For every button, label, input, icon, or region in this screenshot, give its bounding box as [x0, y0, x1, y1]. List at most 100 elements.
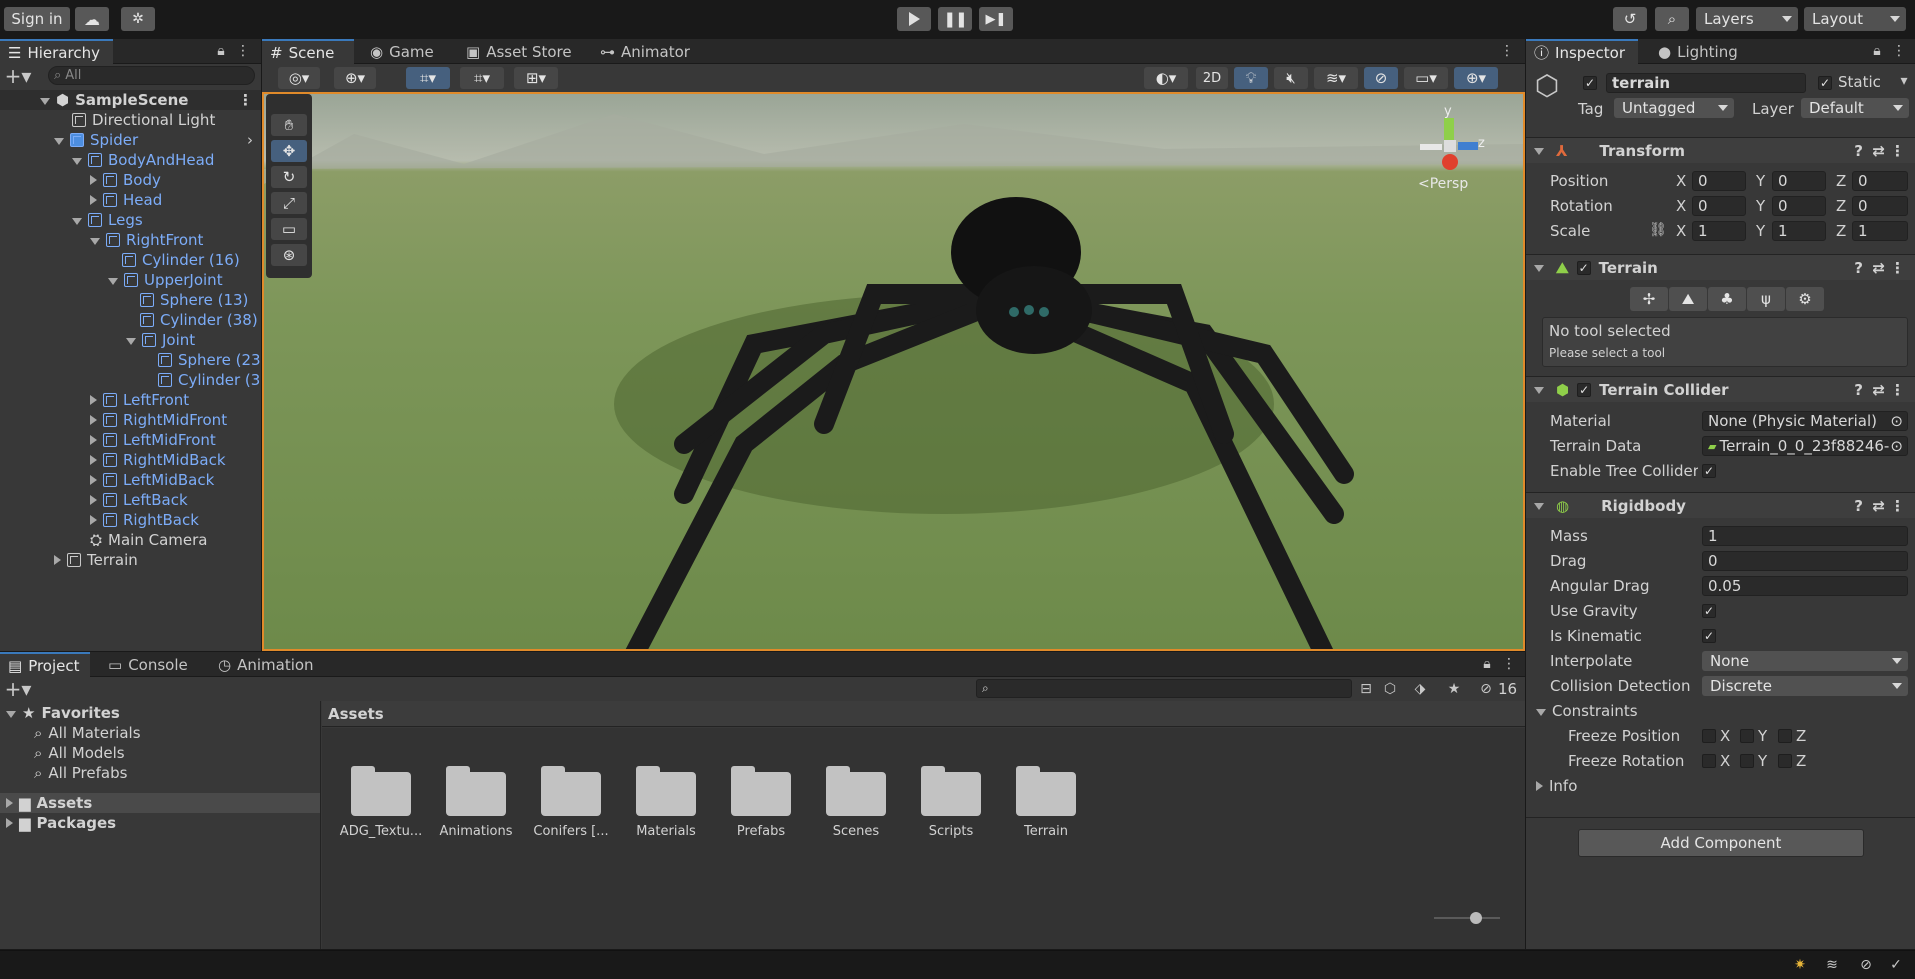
scale-tool-button[interactable]: ⤢ [271, 192, 307, 214]
rigidbody-header[interactable]: ◍ Rigidbody ? ⇄ ⋮ [1526, 492, 1915, 518]
tree-item[interactable]: Cylinder (16) [0, 250, 261, 270]
tab-console[interactable]: ▭ Console [100, 652, 196, 677]
folder-item[interactable] [351, 766, 411, 816]
tag-dropdown[interactable]: Untagged [1614, 98, 1734, 118]
rotation-y-field[interactable]: 0 [1772, 196, 1826, 216]
lock-icon[interactable]: 🔒︎ [1870, 43, 1884, 59]
freeze-pos-x-checkbox[interactable] [1702, 729, 1716, 743]
folder-item[interactable] [826, 766, 886, 816]
terrain-data-field[interactable]: ▰ Terrain_0_0_23f88246- ⊙ [1702, 436, 1908, 456]
assets-row[interactable]: ▆ Assets [0, 793, 320, 813]
chevron-down-icon[interactable]: ▾ [1898, 73, 1910, 89]
constrain-proportions-icon[interactable]: ⛓︎ [1649, 222, 1667, 238]
layers-status-icon[interactable]: ≋ [1822, 955, 1842, 975]
search-by-label-icon[interactable]: ⬡ [1380, 679, 1400, 699]
tree-item[interactable]: RightFront [0, 230, 261, 250]
terrain-collider-header[interactable]: ⬢ ✓ Terrain Collider ? ⇄ ⋮ [1526, 376, 1915, 402]
collider-enabled-checkbox[interactable]: ✓ [1577, 382, 1592, 397]
terrain-paint-tool-button[interactable]: ⛰︎ [1669, 287, 1707, 311]
position-x-field[interactable]: 0 [1692, 171, 1746, 191]
tree-item[interactable]: Terrain [0, 550, 261, 570]
tree-item[interactable]: ⛭ Main Camera [0, 530, 261, 550]
tree-item[interactable]: LeftBack [0, 490, 261, 510]
freeze-pos-z-checkbox[interactable] [1778, 729, 1792, 743]
folder-item[interactable] [446, 766, 506, 816]
rotation-z-field[interactable]: 0 [1852, 196, 1908, 216]
mode-2d-button[interactable]: 2D [1196, 67, 1228, 89]
scene-row[interactable]: ⬢ SampleScene ⋮ [0, 90, 261, 110]
interpolate-dropdown[interactable]: None [1702, 651, 1908, 671]
debug-icon[interactable]: ⊘ [1856, 955, 1876, 975]
expand-arrow-icon[interactable] [6, 798, 13, 808]
favorite-item[interactable]: ⌕ All Models [0, 743, 320, 763]
tree-item[interactable]: BodyAndHead [0, 150, 261, 170]
hidden-objects-button[interactable]: ⊘ [1364, 67, 1398, 89]
folder-item[interactable] [541, 766, 601, 816]
mass-field[interactable]: 1 [1702, 526, 1908, 546]
add-component-button[interactable]: Add Component [1578, 829, 1864, 857]
help-icon[interactable]: ? [1854, 497, 1863, 515]
tree-item[interactable]: Cylinder (3 [0, 370, 261, 390]
lock-icon[interactable]: 🔒︎ [214, 43, 228, 59]
tree-item[interactable]: RightBack [0, 510, 261, 530]
expand-arrow-icon[interactable] [90, 237, 100, 245]
preset-icon[interactable]: ⇄ [1872, 142, 1885, 160]
active-checkbox[interactable]: ✓ [1583, 76, 1597, 90]
expand-arrow-icon[interactable] [54, 137, 64, 145]
collapse-arrow-icon[interactable] [1536, 708, 1546, 716]
terrain-detail-tool-button[interactable]: ψ [1747, 287, 1785, 311]
terrain-neighbor-tool-button[interactable]: ✢ [1630, 287, 1668, 311]
expand-arrow-icon[interactable] [90, 195, 97, 205]
lighting-toggle-button[interactable]: 💡︎ [1234, 67, 1268, 89]
tree-item[interactable]: Cylinder (38) [0, 310, 261, 330]
project-search-input[interactable]: ⌕ [976, 679, 1352, 698]
tree-item[interactable]: Directional Light [0, 110, 261, 130]
tab-lighting[interactable]: ● Lighting [1650, 39, 1746, 64]
camera-settings-button[interactable]: ▭▾ [1404, 67, 1448, 89]
expand-arrow-icon[interactable] [90, 395, 97, 405]
material-field[interactable]: None (Physic Material) ⊙ [1702, 411, 1908, 431]
zoom-slider[interactable] [1434, 912, 1500, 924]
transform-header[interactable]: ⅄ Transform ? ⇄ ⋮ [1526, 137, 1915, 163]
tree-item[interactable]: RightMidBack [0, 450, 261, 470]
expand-arrow-icon[interactable] [6, 818, 13, 828]
snap-button[interactable]: ⌗▾ [460, 67, 504, 89]
object-picker-icon[interactable]: ⊙ [1890, 412, 1903, 430]
tab-project[interactable]: ▤ Project [0, 652, 90, 677]
move-tool-button[interactable]: ✥ [271, 140, 307, 162]
more-icon[interactable]: ⋮ [1502, 656, 1516, 672]
folder-item[interactable] [1016, 766, 1076, 816]
layout-dropdown[interactable]: Layout [1804, 7, 1906, 31]
search-by-type-icon[interactable]: ⊟ [1356, 679, 1376, 699]
tab-game[interactable]: ◉ Game [362, 39, 442, 64]
tree-item[interactable]: LeftMidFront [0, 430, 261, 450]
position-y-field[interactable]: 0 [1772, 171, 1826, 191]
add-icon[interactable]: +▾ [4, 677, 32, 701]
check-icon[interactable]: ✓ [1886, 955, 1906, 975]
expand-arrow-icon[interactable] [108, 277, 118, 285]
expand-arrow-icon[interactable] [54, 555, 61, 565]
rect-tool-button[interactable]: ▭ [271, 218, 307, 240]
tab-inspector[interactable]: ⓘ Inspector [1526, 39, 1638, 64]
orientation-gizmo[interactable]: y z <Persp [1414, 104, 1494, 194]
terrain-settings-tool-button[interactable]: ⚙︎ [1786, 287, 1824, 311]
help-icon[interactable]: ? [1854, 259, 1863, 277]
tab-animation[interactable]: ◷ Animation [210, 652, 322, 677]
folder-item[interactable] [731, 766, 791, 816]
hand-tool-button[interactable]: ✋︎ [271, 114, 307, 136]
shading-mode-button[interactable]: ◐▾ [1144, 67, 1188, 89]
expand-arrow-icon[interactable] [90, 435, 97, 445]
pause-button[interactable]: ❚❚ [938, 7, 972, 31]
expand-arrow-icon[interactable] [90, 455, 97, 465]
tree-item[interactable]: Head [0, 190, 261, 210]
more-icon[interactable]: ⋮ [1890, 259, 1905, 277]
gizmos-button[interactable]: ⊕▾ [1454, 67, 1498, 89]
hidden-packages-icon[interactable]: ⊘ [1476, 679, 1496, 699]
collapse-arrow-icon[interactable] [1534, 503, 1544, 510]
expand-arrow-icon[interactable] [90, 175, 97, 185]
more-icon[interactable]: ⋮ [1890, 497, 1905, 515]
tab-animator[interactable]: ⊶ Animator [592, 39, 698, 64]
angular-drag-field[interactable]: 0.05 [1702, 576, 1908, 596]
global-local-button[interactable]: ⊕▾ [334, 67, 376, 89]
search-button[interactable]: ⌕ [1655, 7, 1689, 31]
